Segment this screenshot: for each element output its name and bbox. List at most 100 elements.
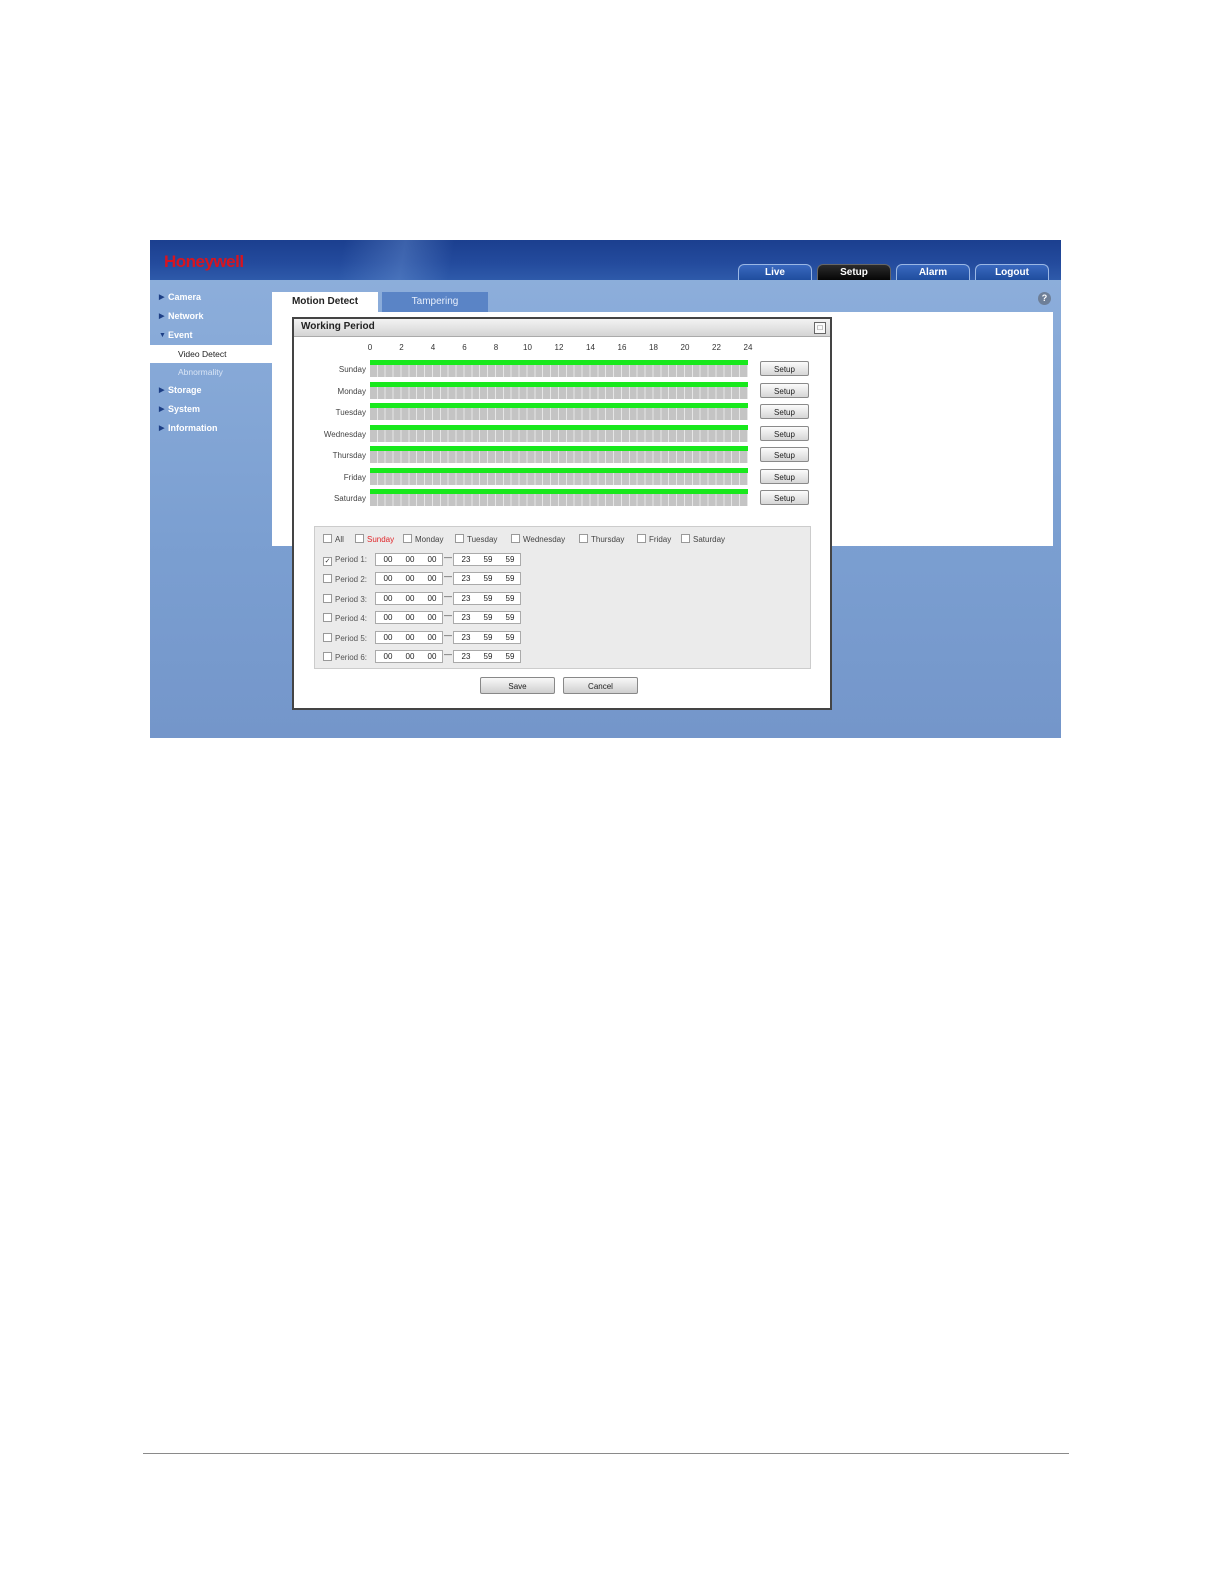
sidebar-item-storage[interactable]: ▶ Storage — [150, 381, 272, 400]
time-field[interactable]: 00 — [423, 594, 441, 603]
period-end-time-input[interactable]: 23 59 59 — [453, 630, 521, 644]
checkbox[interactable] — [511, 534, 520, 543]
setup-button-friday[interactable]: Setup — [760, 468, 809, 484]
period-toggle[interactable]: Period 6: — [323, 652, 373, 662]
day-option-sunday[interactable]: Sunday — [355, 534, 394, 544]
help-icon[interactable]: ? — [1038, 292, 1051, 305]
time-field[interactable]: 59 — [501, 574, 519, 583]
time-field[interactable]: 00 — [423, 633, 441, 642]
period-end-time-input[interactable]: 23 59 59 — [453, 572, 521, 586]
period-start-time-input[interactable]: 00 00 00 — [375, 553, 443, 566]
time-field[interactable]: 00 — [423, 613, 441, 622]
time-field[interactable]: 59 — [479, 613, 497, 622]
schedule-bar-monday[interactable] — [370, 381, 748, 399]
period-end-time-input[interactable]: 23 59 59 — [453, 553, 521, 566]
time-field[interactable]: 59 — [501, 652, 519, 661]
period-start-time-input[interactable]: 00 00 00 — [375, 611, 443, 625]
time-field[interactable]: 59 — [479, 555, 497, 564]
day-option-tuesday[interactable]: Tuesday — [455, 534, 497, 544]
period-end-time-input[interactable]: 23 59 59 — [453, 591, 521, 605]
checkbox[interactable] — [403, 534, 412, 543]
nav-tab-live[interactable]: Live — [738, 264, 812, 280]
time-field[interactable]: 00 — [423, 574, 441, 583]
day-option-friday[interactable]: Friday — [637, 534, 671, 544]
day-option-all[interactable]: All — [323, 534, 344, 544]
time-field[interactable]: 59 — [501, 555, 519, 564]
day-option-saturday[interactable]: Saturday — [681, 534, 725, 544]
period-start-time-input[interactable]: 00 00 00 — [375, 630, 443, 644]
time-field[interactable]: 23 — [457, 555, 475, 564]
schedule-bar-sunday[interactable] — [370, 360, 748, 377]
time-field[interactable]: 59 — [479, 574, 497, 583]
time-field[interactable]: 23 — [457, 613, 475, 622]
time-field[interactable]: 23 — [457, 594, 475, 603]
save-button[interactable]: Save — [480, 677, 555, 694]
schedule-bar-friday[interactable] — [370, 467, 748, 485]
checkbox[interactable] — [323, 574, 332, 584]
checkbox[interactable] — [323, 613, 332, 623]
tab-motion-detect[interactable]: Motion Detect — [272, 292, 378, 312]
time-field[interactable]: 59 — [501, 594, 519, 603]
day-option-thursday[interactable]: Thursday — [579, 534, 624, 544]
schedule-bar-thursday[interactable] — [370, 446, 748, 463]
cancel-button[interactable]: Cancel — [563, 677, 638, 694]
time-field[interactable]: 00 — [401, 613, 419, 622]
schedule-bar-tuesday[interactable] — [370, 403, 748, 420]
time-field[interactable]: 59 — [479, 633, 497, 642]
checkbox[interactable] — [323, 534, 332, 543]
time-field[interactable]: 00 — [401, 555, 419, 564]
period-end-time-input[interactable]: 23 59 59 — [453, 611, 521, 625]
time-field[interactable]: 00 — [423, 652, 441, 661]
setup-button-wednesday[interactable]: Setup — [760, 425, 809, 441]
time-field[interactable]: 00 — [401, 574, 419, 583]
time-field[interactable]: 59 — [479, 652, 497, 661]
time-field[interactable]: 59 — [479, 594, 497, 603]
time-field[interactable]: 23 — [457, 574, 475, 583]
sidebar-item-information[interactable]: ▶ Information — [150, 419, 272, 438]
setup-button-tuesday[interactable]: Setup — [760, 404, 809, 419]
time-field[interactable]: 00 — [379, 555, 397, 564]
period-start-time-input[interactable]: 00 00 00 — [375, 572, 443, 586]
time-field[interactable]: 59 — [501, 633, 519, 642]
time-field[interactable]: 00 — [379, 633, 397, 642]
setup-button-monday[interactable]: Setup — [760, 382, 809, 398]
nav-tab-alarm[interactable]: Alarm — [896, 264, 970, 280]
checkbox[interactable] — [323, 652, 332, 661]
day-option-wednesday[interactable]: Wednesday — [511, 534, 565, 544]
sidebar-item-event[interactable]: ▼ Event — [150, 326, 272, 345]
checkbox[interactable] — [681, 534, 690, 543]
checkbox[interactable] — [323, 593, 332, 603]
checkbox[interactable] — [323, 632, 332, 642]
period-toggle[interactable]: ✓ Period 1: — [323, 555, 373, 566]
time-field[interactable]: 00 — [401, 652, 419, 661]
nav-tab-logout[interactable]: Logout — [975, 264, 1049, 280]
period-start-time-input[interactable]: 00 00 00 — [375, 591, 443, 605]
time-field[interactable]: 00 — [379, 613, 397, 622]
nav-tab-setup[interactable]: Setup — [817, 264, 891, 280]
period-toggle[interactable]: Period 3: — [323, 593, 373, 604]
schedule-bar-saturday[interactable] — [370, 489, 748, 506]
sidebar-item-camera[interactable]: ▶ Camera — [150, 288, 272, 307]
setup-button-saturday[interactable]: Setup — [760, 490, 809, 505]
sidebar-item-system[interactable]: ▶ System — [150, 400, 272, 419]
checkbox[interactable] — [455, 534, 464, 543]
time-field[interactable]: 00 — [379, 594, 397, 603]
close-icon[interactable]: □ — [814, 322, 826, 334]
time-field[interactable]: 59 — [501, 613, 519, 622]
time-field[interactable]: 00 — [423, 555, 441, 564]
time-field[interactable]: 00 — [379, 652, 397, 661]
day-option-monday[interactable]: Monday — [403, 534, 443, 544]
checkbox[interactable] — [579, 534, 588, 543]
tab-tampering[interactable]: Tampering — [382, 292, 488, 312]
period-toggle[interactable]: Period 5: — [323, 632, 373, 643]
sidebar-subitem-abnormality[interactable]: Abnormality — [150, 363, 272, 381]
period-end-time-input[interactable]: 23 59 59 — [453, 650, 521, 663]
time-field[interactable]: 00 — [401, 594, 419, 603]
time-field[interactable]: 23 — [457, 652, 475, 661]
checkbox[interactable]: ✓ — [323, 557, 332, 566]
sidebar-item-network[interactable]: ▶ Network — [150, 307, 272, 326]
schedule-bar-wednesday[interactable] — [370, 424, 748, 442]
period-start-time-input[interactable]: 00 00 00 — [375, 650, 443, 663]
time-field[interactable]: 23 — [457, 633, 475, 642]
period-toggle[interactable]: Period 4: — [323, 613, 373, 623]
